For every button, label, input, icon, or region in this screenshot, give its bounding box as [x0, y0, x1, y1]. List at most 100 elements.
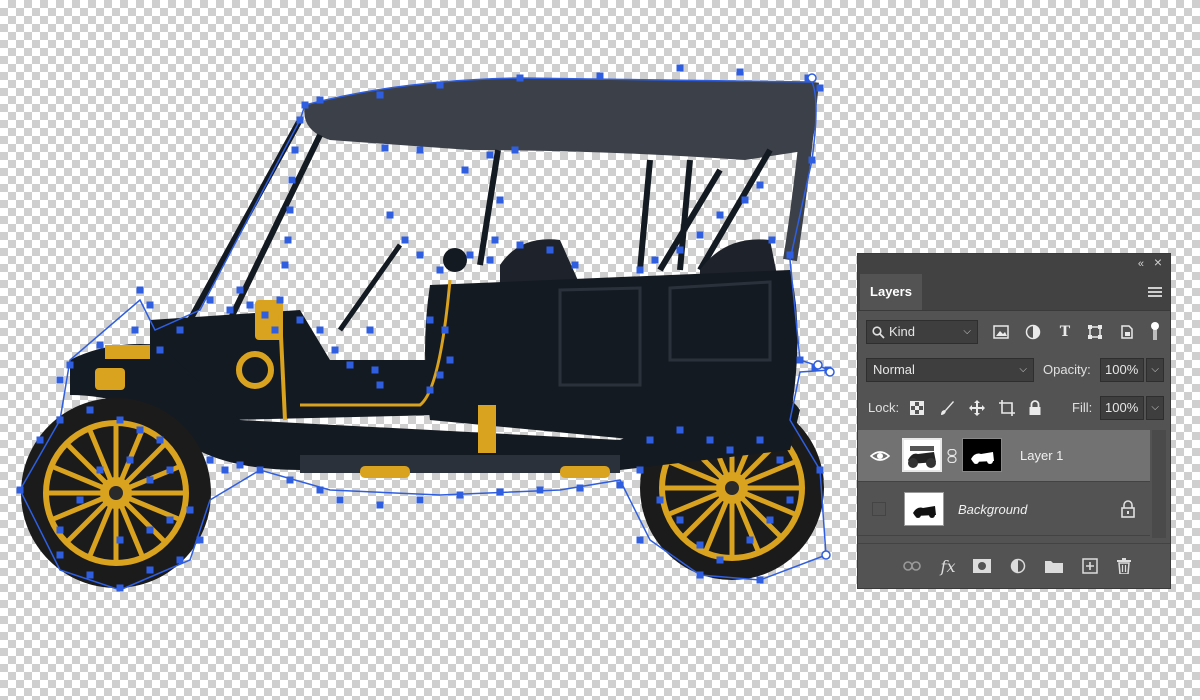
anchor-point[interactable] [376, 501, 384, 509]
anchor-point[interactable] [436, 266, 444, 274]
visibility-toggle[interactable] [872, 502, 886, 516]
anchor-point[interactable] [316, 486, 324, 494]
anchor-point[interactable] [316, 326, 324, 334]
tab-layers[interactable]: Layers [860, 274, 922, 310]
anchor-point[interactable] [416, 496, 424, 504]
anchor-point[interactable] [166, 466, 174, 474]
layer-row-layer-1[interactable]: Layer 1 [858, 430, 1150, 482]
layer-row-background[interactable]: Background [858, 484, 1150, 536]
anchor-point[interactable] [786, 251, 794, 259]
new-adjustment-layer-icon[interactable] [1008, 556, 1028, 576]
anchor-point[interactable] [756, 576, 764, 584]
anchor-point[interactable] [86, 571, 94, 579]
anchor-point[interactable] [236, 286, 244, 294]
anchor-point[interactable] [816, 84, 824, 92]
anchor-point[interactable] [16, 486, 24, 494]
anchor-point[interactable] [146, 476, 154, 484]
anchor-point[interactable] [768, 236, 776, 244]
anchor-point[interactable] [466, 251, 474, 259]
anchor-point[interactable] [571, 261, 579, 269]
anchor-point[interactable] [816, 466, 824, 474]
delete-layer-icon[interactable] [1114, 556, 1134, 576]
anchor-point[interactable] [176, 326, 184, 334]
anchor-point[interactable] [296, 316, 304, 324]
anchor-point[interactable] [136, 426, 144, 434]
anchor-point[interactable] [56, 526, 64, 534]
anchor-point[interactable] [206, 456, 214, 464]
anchor-point[interactable] [331, 346, 339, 354]
anchor-point[interactable] [221, 466, 229, 474]
anchor-point[interactable] [716, 556, 724, 564]
anchor-point[interactable] [706, 436, 714, 444]
anchor-point[interactable] [756, 436, 764, 444]
anchor-point[interactable] [96, 341, 104, 349]
anchor-point[interactable] [226, 306, 234, 314]
anchor-point[interactable] [656, 496, 664, 504]
anchor-point[interactable] [96, 466, 104, 474]
anchor-point[interactable] [736, 68, 744, 76]
anchor-point[interactable] [261, 311, 269, 319]
anchor-point[interactable] [246, 301, 254, 309]
lock-image-pixels-icon[interactable] [936, 396, 958, 420]
anchor-point[interactable] [376, 91, 384, 99]
shape-filter-icon[interactable] [1084, 320, 1106, 344]
anchor-point[interactable] [116, 584, 124, 592]
anchor-point[interactable] [676, 426, 684, 434]
anchor-point[interactable] [491, 236, 499, 244]
anchor-point[interactable] [676, 246, 684, 254]
anchor-point[interactable] [56, 551, 64, 559]
anchor-point[interactable] [256, 466, 264, 474]
anchor-point[interactable] [796, 356, 804, 364]
anchor-point[interactable] [486, 151, 494, 159]
anchor-point[interactable] [56, 416, 64, 424]
anchor-point[interactable] [596, 72, 604, 80]
anchor-point[interactable] [776, 456, 784, 464]
anchor-point[interactable] [446, 356, 454, 364]
direction-handle[interactable] [807, 73, 817, 83]
anchor-point[interactable] [766, 516, 774, 524]
anchor-point[interactable] [716, 211, 724, 219]
anchor-point[interactable] [36, 436, 44, 444]
direction-handle[interactable] [821, 550, 831, 560]
anchor-point[interactable] [366, 326, 374, 334]
anchor-point[interactable] [116, 416, 124, 424]
add-mask-icon[interactable] [972, 556, 992, 576]
blend-mode-select[interactable]: Normal ⌵ [866, 358, 1034, 382]
type-filter-icon[interactable]: T [1054, 320, 1076, 344]
close-panel-button[interactable]: × [1154, 254, 1162, 270]
anchor-point[interactable] [696, 231, 704, 239]
anchor-point[interactable] [371, 366, 379, 374]
anchor-point[interactable] [291, 146, 299, 154]
opacity-input[interactable]: 100% [1100, 358, 1144, 382]
anchor-point[interactable] [696, 571, 704, 579]
anchor-point[interactable] [386, 211, 394, 219]
anchor-point[interactable] [536, 486, 544, 494]
anchor-point[interactable] [136, 286, 144, 294]
anchor-point[interactable] [461, 166, 469, 174]
anchor-point[interactable] [676, 64, 684, 72]
anchor-point[interactable] [206, 296, 214, 304]
anchor-point[interactable] [146, 301, 154, 309]
anchor-point[interactable] [651, 256, 659, 264]
anchor-point[interactable] [496, 196, 504, 204]
anchor-point[interactable] [436, 371, 444, 379]
adjustment-filter-icon[interactable] [1022, 320, 1044, 344]
anchor-point[interactable] [146, 566, 154, 574]
anchor-point[interactable] [516, 241, 524, 249]
anchor-point[interactable] [636, 266, 644, 274]
anchor-point[interactable] [236, 461, 244, 469]
anchor-point[interactable] [336, 496, 344, 504]
anchor-point[interactable] [156, 346, 164, 354]
direction-handle[interactable] [813, 360, 823, 370]
anchor-point[interactable] [416, 146, 424, 154]
anchor-point[interactable] [346, 361, 354, 369]
anchor-point[interactable] [636, 466, 644, 474]
anchor-point[interactable] [741, 196, 749, 204]
anchor-point[interactable] [486, 256, 494, 264]
anchor-point[interactable] [546, 246, 554, 254]
anchor-point[interactable] [376, 381, 384, 389]
anchor-point[interactable] [76, 496, 84, 504]
layers-scrollbar[interactable] [1152, 430, 1166, 538]
anchor-point[interactable] [441, 326, 449, 334]
anchor-point[interactable] [316, 96, 324, 104]
